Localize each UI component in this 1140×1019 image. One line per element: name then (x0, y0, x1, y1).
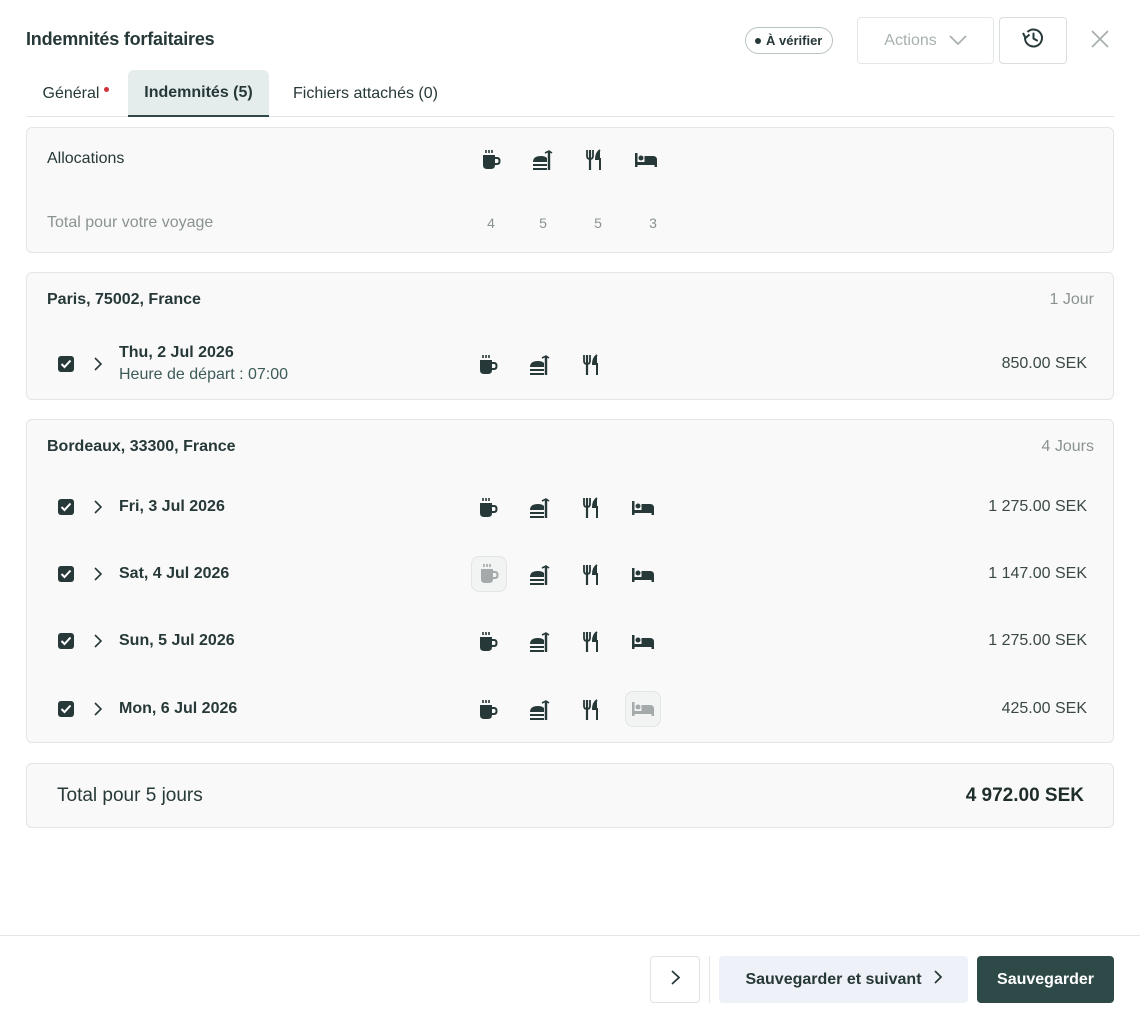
tab-general[interactable]: Général (26, 70, 126, 117)
footer-divider (0, 935, 1140, 936)
status-dot (755, 37, 761, 44)
chevron-down-icon (949, 32, 967, 50)
day-date: Fri, 3 Jul 2026 (119, 498, 225, 515)
day-date: Sun, 5 Jul 2026 (119, 632, 235, 649)
bed-icon[interactable] (631, 496, 655, 520)
total-card: Total pour 5 jours 4 972.00 SEK (26, 763, 1114, 828)
dinner-icon[interactable] (581, 353, 605, 377)
tab-indemnites[interactable]: Indemnités (5) (128, 70, 269, 117)
coffee-icon[interactable] (476, 353, 500, 377)
day-checkbox[interactable] (58, 499, 74, 515)
day-amount: 425.00 SEK (1001, 700, 1087, 717)
history-icon (1020, 25, 1046, 56)
chevron-right-icon (670, 969, 680, 990)
chevron-right-icon (933, 970, 942, 989)
tab-indemnites-label: Indemnités (5) (144, 83, 253, 101)
save-label: Sauvegarder (997, 970, 1094, 988)
lunch-icon[interactable] (528, 496, 552, 520)
total-lodging-count: 3 (649, 215, 657, 231)
location-city: Paris, 75002, France (47, 291, 201, 308)
allocations-total-label: Total pour votre voyage (47, 214, 214, 231)
coffee-icon[interactable] (471, 556, 507, 592)
coffee-icon[interactable] (476, 496, 500, 520)
day-amount: 1 275.00 SEK (988, 632, 1087, 649)
total-breakfast-count: 4 (487, 215, 495, 231)
day-date: Mon, 6 Jul 2026 (119, 700, 238, 717)
tab-fichiers[interactable]: Fichiers attachés (0) (274, 70, 457, 117)
coffee-icon (479, 148, 503, 172)
day-date: Sat, 4 Jul 2026 (119, 565, 230, 582)
lunch-icon (531, 148, 555, 172)
location-card-paris: Paris, 75002, France 1 Jour Thu, 2 Jul 2… (26, 272, 1114, 400)
tab-fichiers-label: Fichiers attachés (0) (293, 84, 438, 102)
departure-time: Heure de départ : 07:00 (119, 366, 289, 383)
next-button[interactable] (650, 956, 700, 1003)
day-checkbox[interactable] (58, 356, 74, 372)
dinner-icon (584, 148, 608, 172)
actions-label: Actions (884, 31, 937, 49)
lunch-icon[interactable] (528, 630, 552, 654)
footer-separator (709, 956, 710, 1003)
total-dinner-count: 5 (594, 215, 602, 231)
save-and-next-label: Sauvegarder et suivant (745, 970, 922, 988)
day-checkbox[interactable] (58, 701, 74, 717)
close-button[interactable] (1088, 29, 1112, 53)
day-checkbox[interactable] (58, 633, 74, 649)
day-checkbox[interactable] (58, 566, 74, 582)
location-days: 4 Jours (1041, 438, 1094, 455)
chevron-right-icon[interactable] (91, 702, 105, 716)
total-lunch-count: 5 (539, 215, 547, 231)
tab-general-label: Général (42, 84, 100, 102)
total-label: Total pour 5 jours (57, 785, 203, 806)
day-row[interactable]: Sun, 5 Jul 2026 1 275.00 SEK (27, 612, 1113, 672)
lunch-icon[interactable] (528, 353, 552, 377)
tab-bar: Général Indemnités (5) Fichiers attachés… (26, 70, 1114, 117)
dinner-icon[interactable] (581, 563, 605, 587)
location-card-bordeaux: Bordeaux, 33300, France 4 Jours Fri, 3 J… (26, 419, 1114, 743)
dinner-icon[interactable] (581, 496, 605, 520)
page-title: Indemnités forfaitaires (26, 29, 215, 49)
day-amount: 1 275.00 SEK (988, 498, 1087, 515)
day-row[interactable]: Thu, 2 Jul 2026 Heure de départ : 07:00 … (27, 335, 1113, 395)
dinner-icon[interactable] (581, 630, 605, 654)
actions-dropdown-button[interactable]: Actions (857, 17, 994, 64)
status-badge: À vérifier (745, 27, 834, 54)
chevron-right-icon[interactable] (91, 357, 105, 371)
coffee-icon[interactable] (476, 698, 500, 722)
day-row[interactable]: Mon, 6 Jul 2026 425.00 SEK (27, 680, 1113, 740)
bed-icon[interactable] (631, 630, 655, 654)
chevron-right-icon[interactable] (91, 567, 105, 581)
lunch-icon[interactable] (528, 563, 552, 587)
total-value: 4 972.00 SEK (965, 785, 1084, 806)
coffee-icon[interactable] (476, 630, 500, 654)
location-days: 1 Jour (1049, 291, 1094, 308)
close-icon (1091, 29, 1109, 53)
history-button[interactable] (999, 17, 1067, 64)
chevron-right-icon[interactable] (91, 634, 105, 648)
required-indicator (104, 87, 110, 92)
day-row[interactable]: Sat, 4 Jul 2026 1 147.00 SEK (27, 545, 1113, 605)
chevron-right-icon[interactable] (91, 500, 105, 514)
lunch-icon[interactable] (528, 698, 552, 722)
bed-icon (634, 148, 658, 172)
day-date: Thu, 2 Jul 2026 (119, 344, 234, 361)
status-badge-label: À vérifier (766, 33, 823, 48)
allocations-label: Allocations (47, 150, 125, 167)
save-button[interactable]: Sauvegarder (977, 956, 1114, 1003)
save-and-next-button[interactable]: Sauvegarder et suivant (719, 956, 968, 1003)
modal-header: Indemnités forfaitaires À vérifier Actio… (26, 16, 1114, 66)
day-amount: 850.00 SEK (1001, 355, 1087, 372)
allocations-card: Allocations Total pour votre voyage 4 5 … (26, 127, 1114, 253)
bed-icon[interactable] (631, 563, 655, 587)
location-city: Bordeaux, 33300, France (47, 438, 236, 455)
bed-icon[interactable] (625, 691, 661, 727)
dinner-icon[interactable] (581, 698, 605, 722)
day-row[interactable]: Fri, 3 Jul 2026 1 275.00 SEK (27, 477, 1113, 537)
day-amount: 1 147.00 SEK (988, 565, 1087, 582)
